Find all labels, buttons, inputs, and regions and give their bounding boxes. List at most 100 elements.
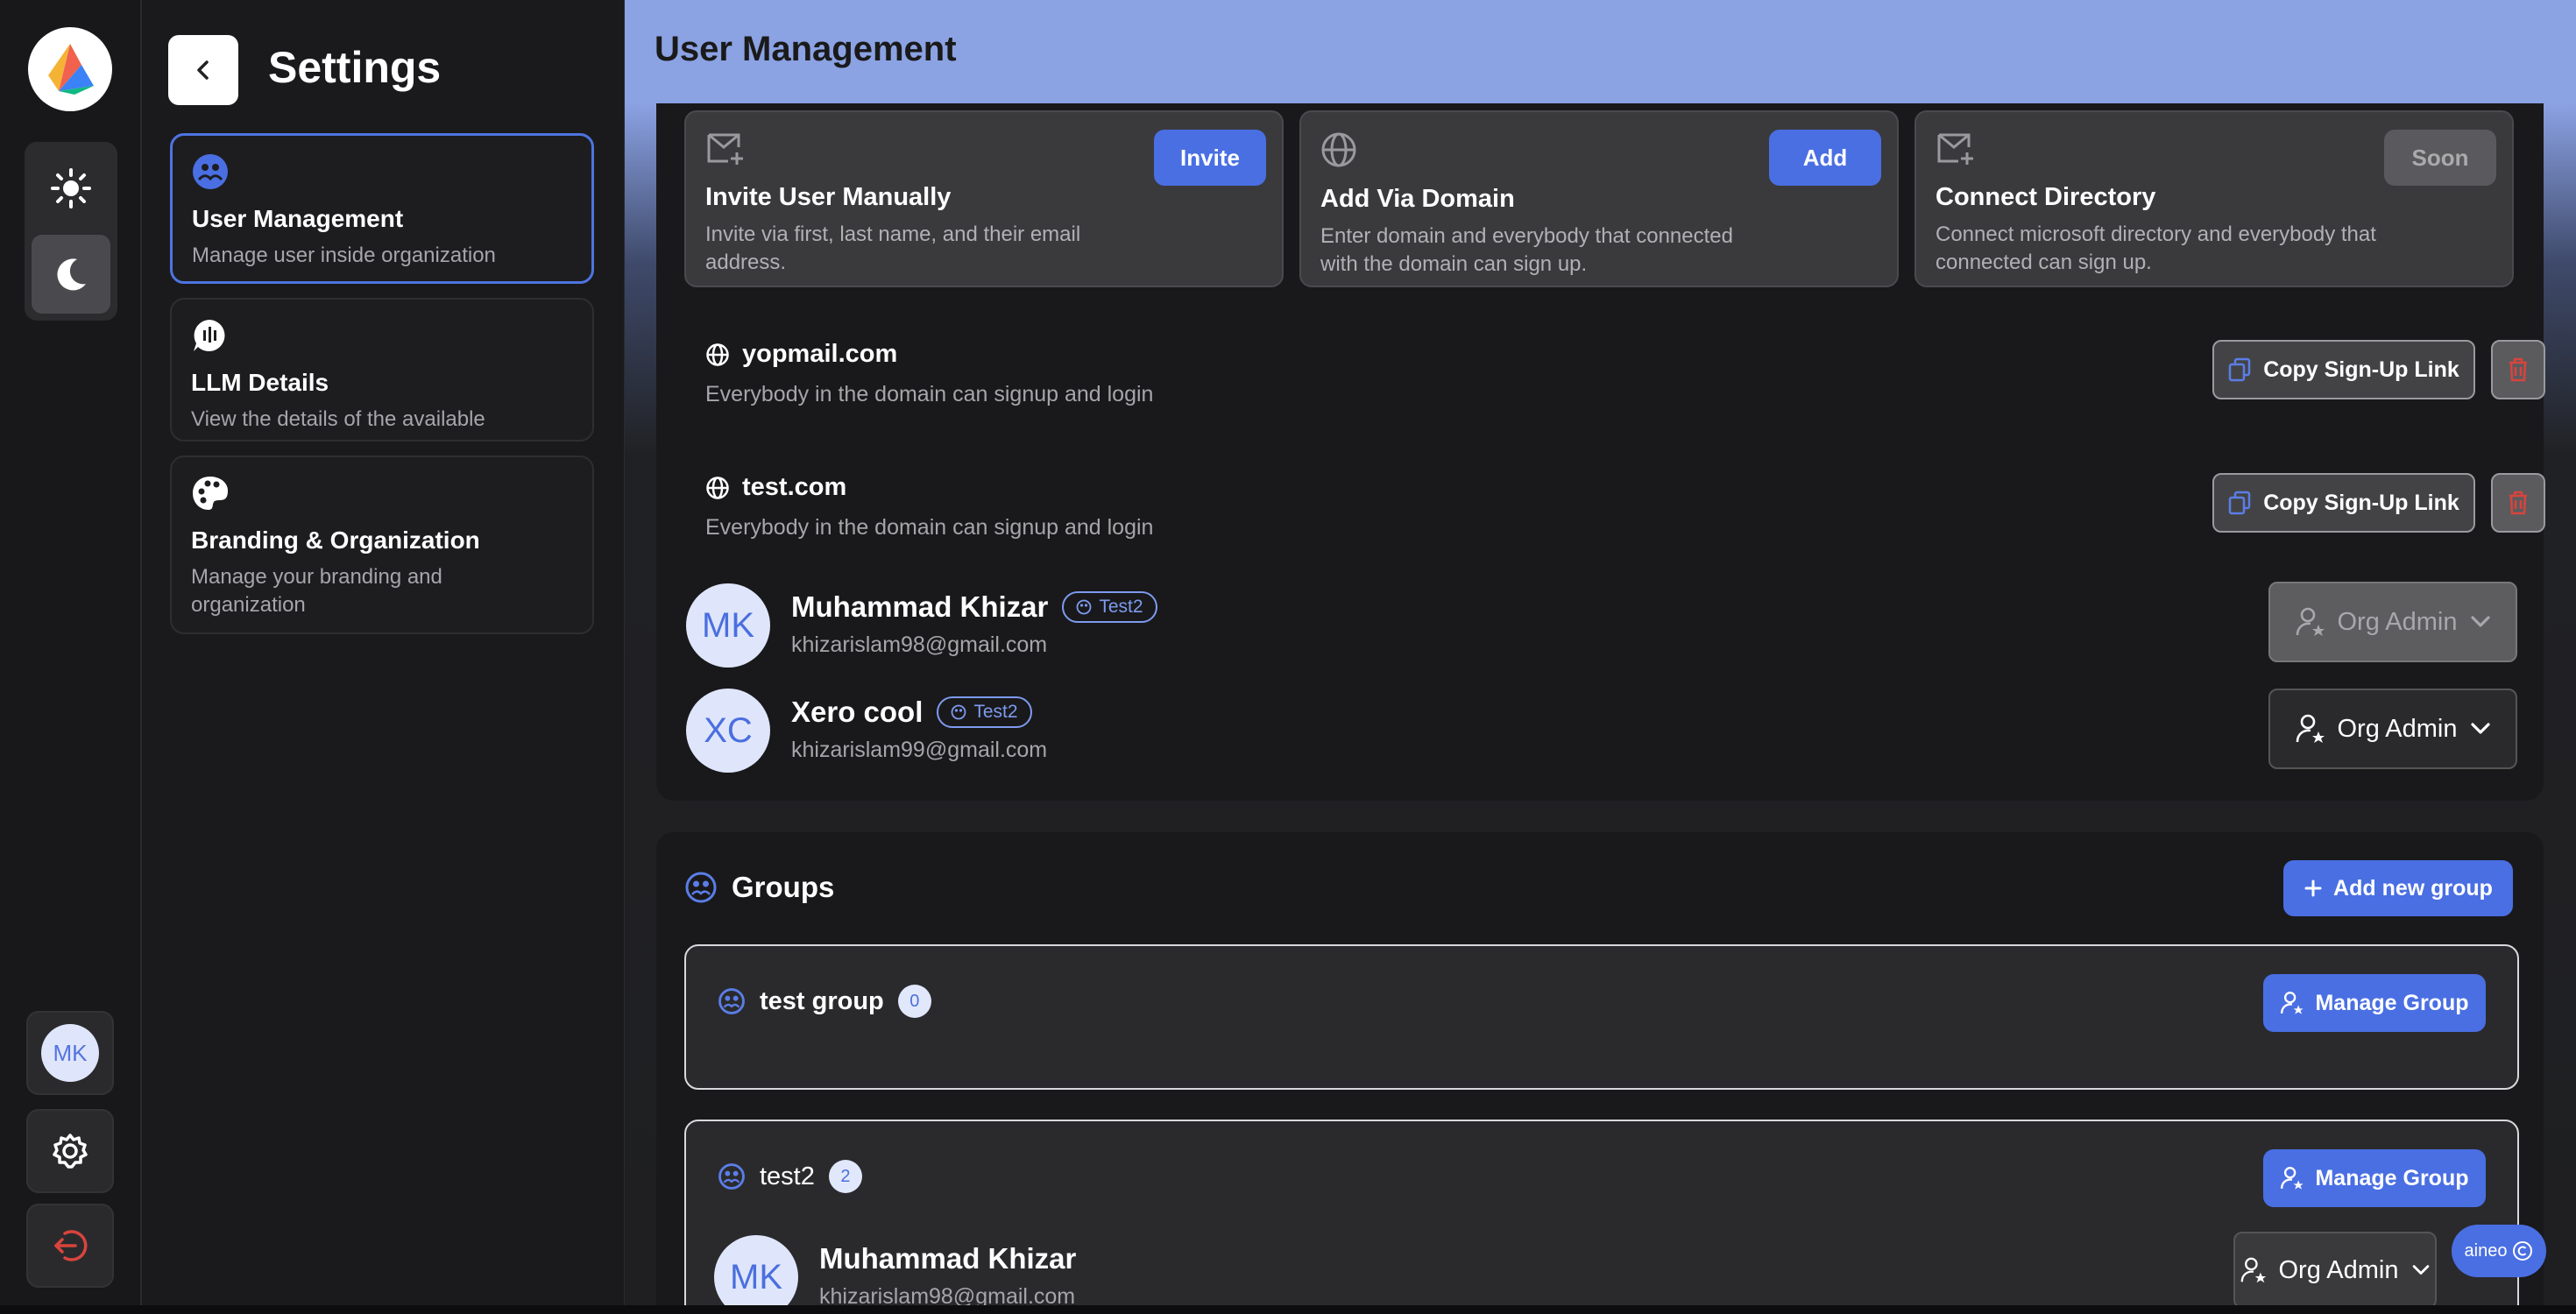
aineo-badge[interactable]: aineo [2452, 1225, 2546, 1277]
globe-icon [1321, 132, 1356, 167]
logout-button[interactable] [26, 1204, 114, 1288]
add-group-label: Add new group [2333, 875, 2493, 901]
soon-button: Soon [2384, 130, 2496, 186]
group-card: test2 2 Manage Group MK Muhammad Khizar … [684, 1120, 2519, 1305]
nav-desc: Manage user inside organization [192, 244, 496, 267]
copyright-icon [2513, 1241, 2533, 1261]
copy-signup-link-button[interactable]: Copy Sign-Up Link [2212, 340, 2475, 399]
nav-desc: View the details of the available [191, 407, 485, 431]
settings-button[interactable] [26, 1109, 114, 1193]
logo-icon [48, 44, 94, 95]
group-tag: Test2 [1062, 591, 1157, 623]
app-logo[interactable] [28, 27, 112, 111]
trash-icon [2509, 357, 2527, 382]
palette-icon [193, 477, 228, 510]
avatar: XC [686, 689, 770, 773]
card-desc: Enter domain and everybody that connecte… [1320, 224, 1733, 276]
users-icon [718, 988, 745, 1014]
role-label: Org Admin [2337, 607, 2458, 636]
chevron-down-icon [2470, 616, 2490, 627]
user-name-wrap: Xero cool Test2 [791, 696, 1032, 729]
group-tag-label: Test2 [1099, 597, 1143, 617]
users-icon [685, 872, 717, 903]
delete-domain-button[interactable] [2491, 473, 2545, 533]
copy-signup-link-button[interactable]: Copy Sign-Up Link [2212, 473, 2475, 533]
domain-name: test.com [742, 473, 847, 501]
invite-button[interactable]: Invite [1154, 130, 1266, 186]
group-member-row: MK Muhammad Khizar khizarislam98@gmail.c… [714, 1232, 2502, 1305]
user-name-wrap: Muhammad Khizar Test2 [791, 590, 1157, 624]
card-title: Connect Directory [1936, 183, 2156, 211]
card-title: Add Via Domain [1320, 185, 1515, 213]
mail-plus-icon [1937, 133, 1973, 165]
chevron-down-icon [2412, 1265, 2429, 1275]
globe-icon [706, 476, 729, 499]
member-email: khizarislam98@gmail.com [819, 1284, 1076, 1305]
user-name: Muhammad Khizar [791, 590, 1049, 623]
groups-title: Groups [732, 871, 835, 903]
group-name-wrap: test group 0 [718, 985, 931, 1018]
user-star-icon [2296, 607, 2325, 636]
logout-icon [54, 1230, 88, 1261]
dark-mode-button[interactable] [32, 235, 110, 314]
manage-group-button[interactable]: Manage Group [2263, 974, 2486, 1032]
copy-icon [2228, 491, 2251, 515]
aineo-label: aineo [2464, 1240, 2508, 1261]
add-domain-button[interactable]: Add [1769, 130, 1881, 186]
role-select[interactable]: Org Admin [2268, 582, 2517, 662]
profile-button[interactable]: MK [26, 1011, 114, 1095]
domain-name: yopmail.com [742, 340, 898, 368]
users-icon [951, 704, 966, 720]
back-button[interactable] [168, 35, 238, 105]
card-title: Invite User Manually [705, 183, 952, 211]
copy-label: Copy Sign-Up Link [2263, 490, 2459, 515]
gear-icon [53, 1134, 88, 1169]
manage-group-button[interactable]: Manage Group [2263, 1149, 2486, 1207]
group-name-wrap: test2 2 [718, 1160, 862, 1193]
role-select[interactable]: Org Admin [2268, 689, 2517, 769]
member-name: Muhammad Khizar [819, 1242, 1077, 1275]
user-star-icon [2296, 714, 2325, 743]
manage-group-label: Manage Group [2315, 1165, 2469, 1190]
main-content: User Management Invite User Manually Inv… [625, 0, 2576, 1305]
avatar: MK [714, 1235, 798, 1305]
nav-title: Branding & Organization [191, 526, 480, 554]
domain-desc: Everybody in the domain can signup and l… [705, 382, 1154, 406]
domain-desc: Everybody in the domain can signup and l… [705, 515, 1154, 540]
nav-user-management[interactable]: User Management Manage user inside organ… [170, 133, 594, 284]
manage-group-label: Manage Group [2315, 990, 2469, 1015]
nav-branding[interactable]: Branding & Organization Manage your bran… [170, 456, 594, 634]
users-icon [718, 1163, 745, 1190]
group-card: test group 0 Manage Group [684, 944, 2519, 1090]
users-icon [193, 154, 228, 189]
groups-heading: Groups [684, 871, 834, 904]
users-icon [1076, 599, 1092, 615]
groups-panel: Groups Add new group test group 0 Manage… [656, 832, 2544, 1305]
app-rail: MK [0, 0, 142, 1305]
user-email: khizarislam98@gmail.com [791, 632, 1048, 657]
group-tag: Test2 [937, 696, 1032, 728]
copy-label: Copy Sign-Up Link [2263, 357, 2459, 382]
user-star-icon [2281, 1166, 2304, 1190]
light-mode-button[interactable] [32, 149, 110, 228]
invite-card: Invite User Manually Invite via first, l… [684, 110, 1284, 287]
mail-plus-icon [707, 133, 743, 165]
card-desc: Connect microsoft directory and everybod… [1936, 223, 2376, 274]
domain-name-wrap: test.com [705, 473, 846, 502]
nav-title: LLM Details [191, 369, 329, 396]
delete-domain-button[interactable] [2491, 340, 2545, 399]
avatar: MK [41, 1024, 99, 1082]
role-select[interactable]: Org Admin [2233, 1232, 2437, 1305]
nav-title: User Management [192, 205, 404, 232]
add-new-group-button[interactable]: Add new group [2283, 860, 2513, 916]
user-row: MK Muhammad Khizar Test2 khizarislam98@g… [686, 582, 2561, 671]
globe-icon [706, 343, 729, 366]
domain-row: test.com Everybody in the domain can sig… [705, 473, 2545, 569]
card-desc: Invite via first, last name, and their e… [705, 223, 1081, 274]
member-count-badge: 0 [897, 985, 931, 1018]
plus-icon [2304, 880, 2322, 897]
group-tag-label: Test2 [973, 702, 1018, 722]
member-count-badge: 2 [828, 1160, 862, 1193]
nav-llm-details[interactable]: LLM Details View the details of the avai… [170, 298, 594, 442]
trash-icon [2509, 491, 2527, 515]
